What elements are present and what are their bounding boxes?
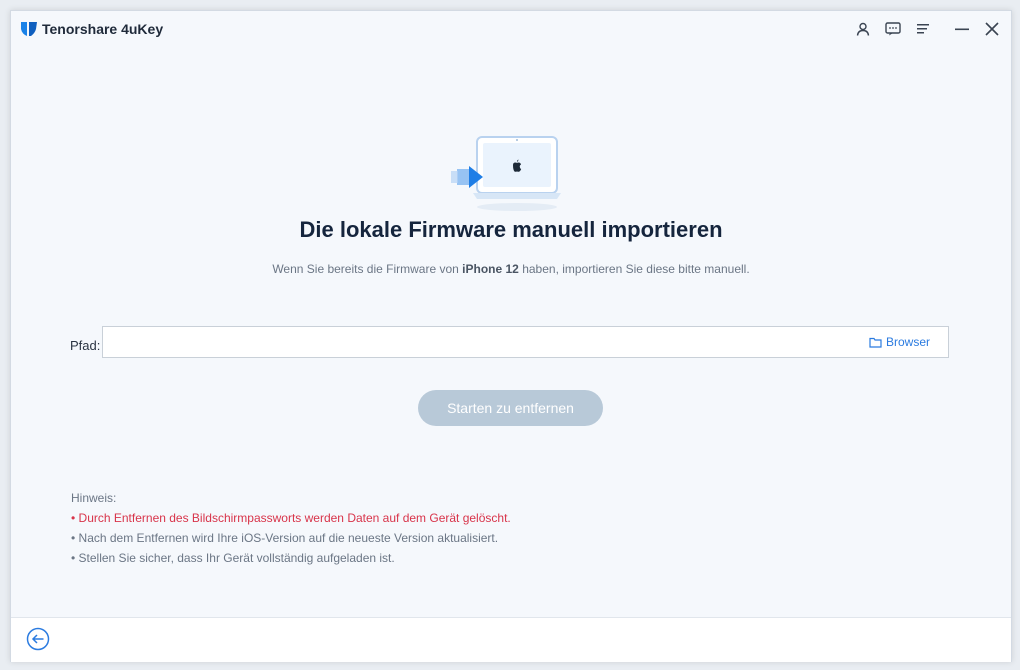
close-icon[interactable] — [983, 20, 1001, 38]
app-title: Tenorshare 4uKey — [42, 21, 164, 37]
subtitle-device-name: iPhone 12 — [462, 262, 519, 276]
notes-section: Hinweis: • Durch Entfernen des Bildschir… — [71, 488, 511, 568]
user-icon[interactable] — [854, 20, 872, 38]
page-headline: Die lokale Firmware manuell importieren — [299, 217, 723, 242]
import-firmware-illustration — [451, 136, 561, 211]
menu-icon[interactable] — [914, 20, 932, 38]
tenorshare-logo-icon — [21, 22, 37, 36]
title-bar: Tenorshare 4uKey — [11, 11, 1011, 47]
note-item: • Stellen Sie sicher, dass Ihr Gerät vol… — [71, 551, 395, 565]
subtitle-text-end: haben, importieren Sie diese bitte manue… — [518, 262, 750, 276]
minimize-icon[interactable] — [953, 20, 971, 38]
back-arrow-icon[interactable] — [26, 627, 50, 651]
path-field: Browser — [102, 326, 949, 358]
folder-icon — [869, 337, 882, 348]
browse-button[interactable]: Browser — [869, 335, 930, 349]
path-input[interactable] — [107, 330, 851, 356]
browse-label: Browser — [885, 335, 930, 349]
subtitle-text-start: Wenn Sie bereits die Firmware von — [272, 262, 463, 276]
start-remove-button[interactable]: Starten zu entfernen — [418, 390, 603, 426]
note-item: • Durch Entfernen des Bildschirmpasswort… — [71, 511, 511, 525]
note-item: • Nach dem Entfernen wird Ihre iOS-Versi… — [71, 531, 499, 545]
footer-bar — [11, 617, 1011, 662]
app-window: Tenorshare 4uKey Die lokale Firmware man… — [10, 10, 1012, 662]
page-subtitle: Wenn Sie bereits die Firmware von iPhone… — [11, 262, 1011, 276]
notes-heading: Hinweis: — [71, 491, 117, 505]
path-label: Pfad: — [70, 338, 101, 353]
feedback-icon[interactable] — [884, 20, 902, 38]
